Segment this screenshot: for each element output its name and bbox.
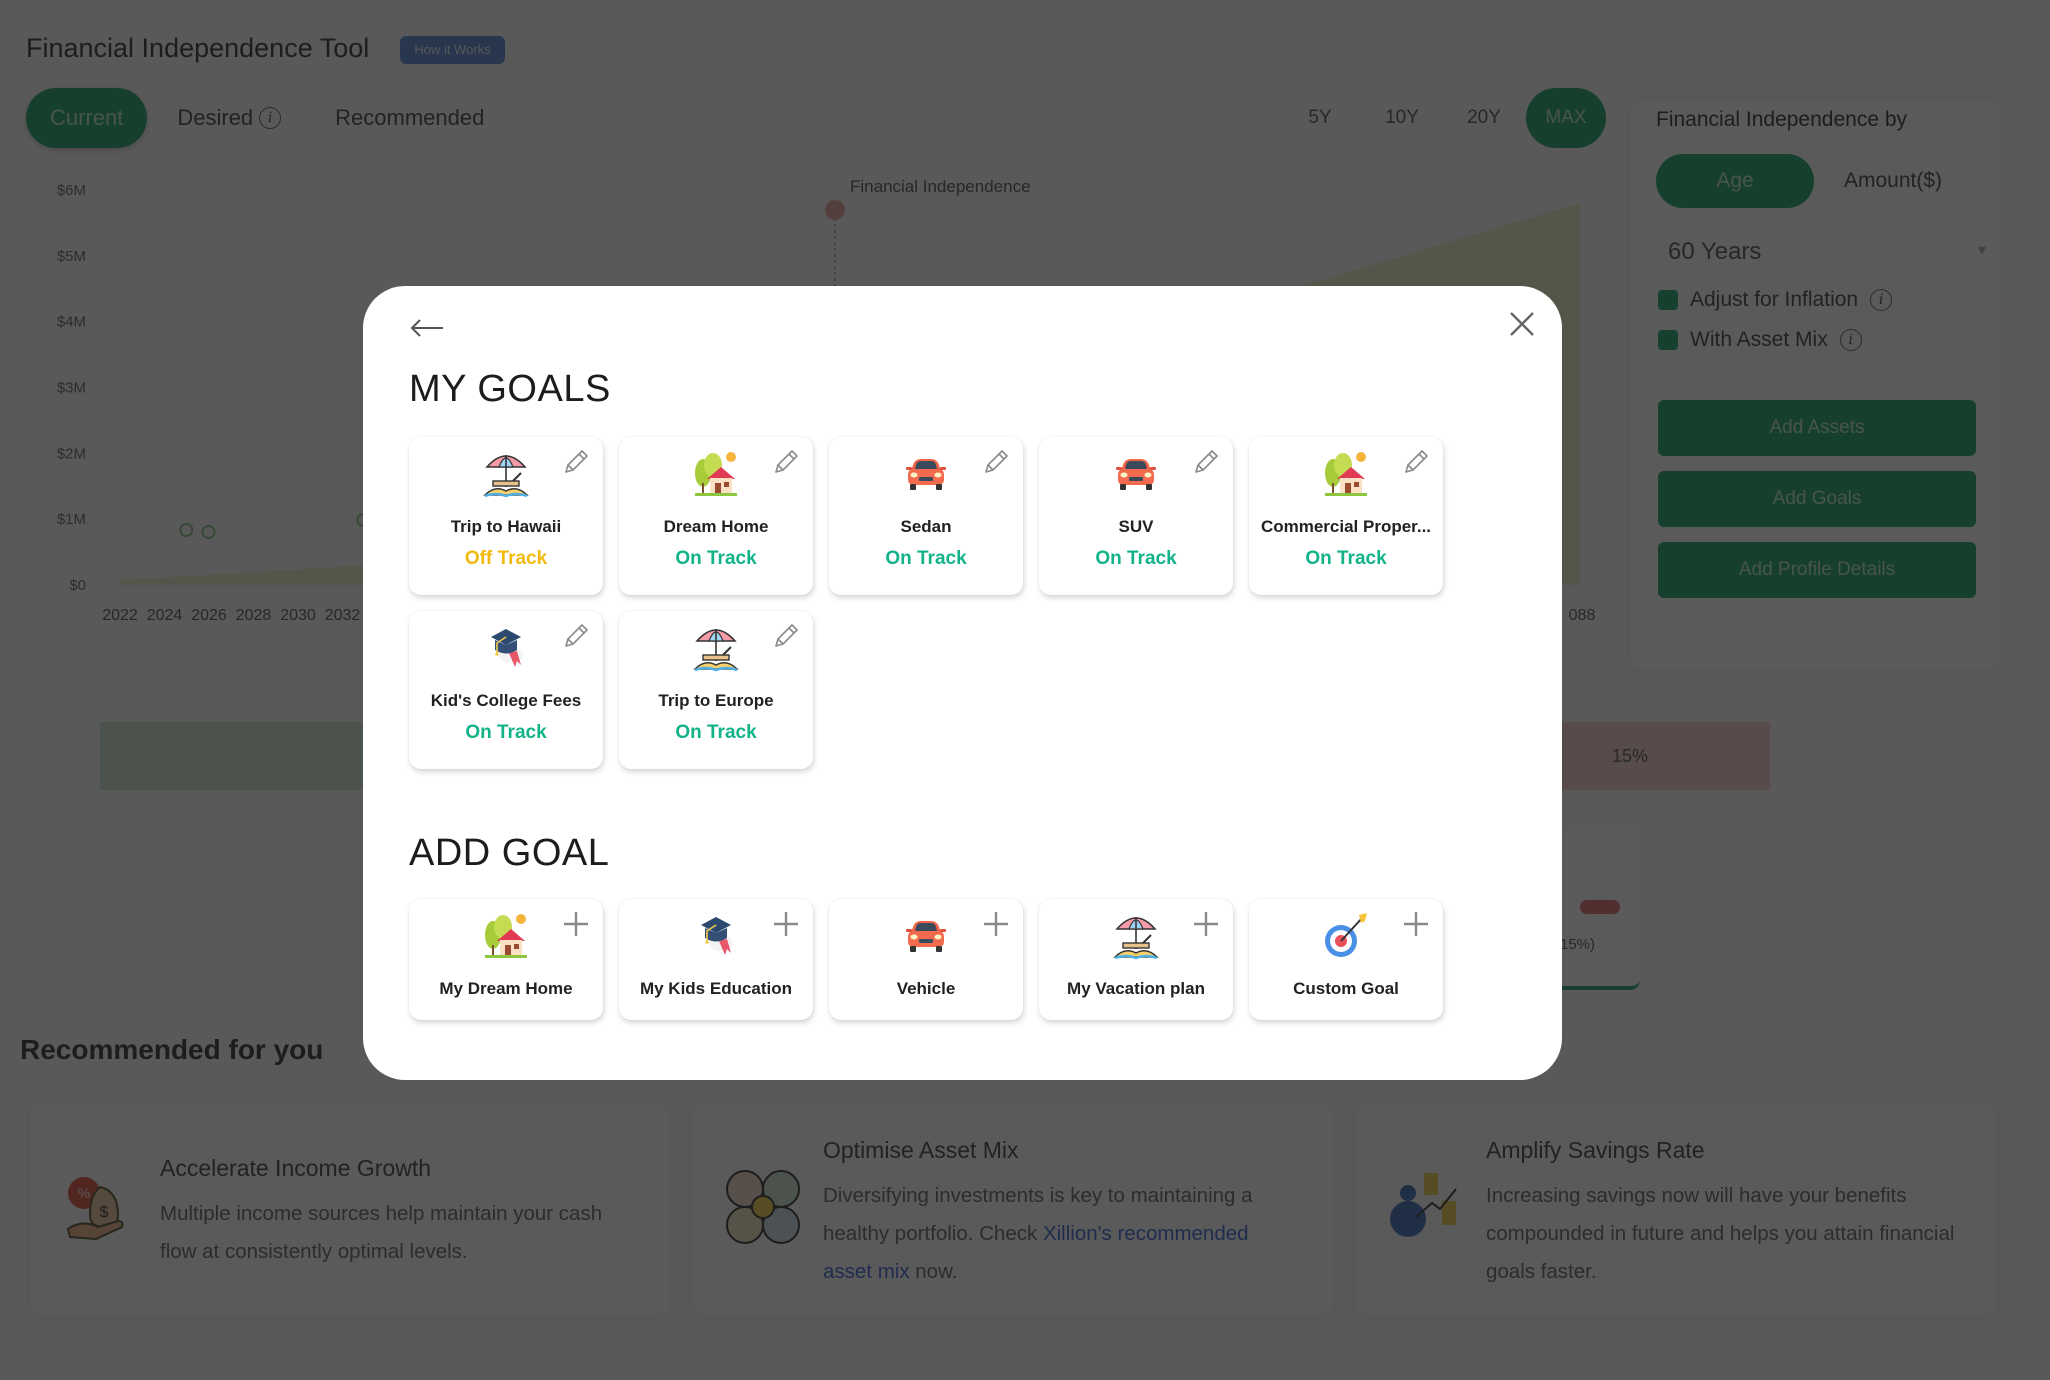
edit-pencil-icon[interactable] bbox=[771, 447, 801, 477]
goal-card[interactable]: Trip to Hawaii Off Track bbox=[409, 437, 603, 595]
goal-name: Dream Home bbox=[663, 517, 769, 536]
graduation-cap-icon bbox=[481, 623, 531, 673]
goal-card[interactable]: Kid's College Fees On Track bbox=[409, 611, 603, 769]
beach-umbrella-icon bbox=[481, 449, 531, 499]
beach-umbrella-icon bbox=[1111, 911, 1161, 961]
goal-card[interactable]: SUV On Track bbox=[1039, 437, 1233, 595]
plus-icon[interactable] bbox=[1401, 909, 1431, 939]
edit-pencil-icon[interactable] bbox=[561, 621, 591, 651]
add-goal-card[interactable]: My Vacation plan bbox=[1039, 899, 1233, 1020]
goal-card[interactable]: Commercial Proper... On Track bbox=[1249, 437, 1443, 595]
goal-status: Off Track bbox=[464, 548, 548, 569]
goals-modal: MY GOALS Trip to Hawaii Off Track Dream … bbox=[363, 286, 1562, 1080]
beach-umbrella-icon bbox=[691, 623, 741, 673]
house-icon bbox=[691, 449, 741, 499]
add-goal-name: My Dream Home bbox=[439, 979, 573, 998]
goal-name: Trip to Hawaii bbox=[450, 517, 562, 536]
add-goal-name: My Vacation plan bbox=[1067, 979, 1205, 998]
plus-icon[interactable] bbox=[981, 909, 1011, 939]
house-icon bbox=[481, 911, 531, 961]
goal-card[interactable]: Trip to Europe On Track bbox=[619, 611, 813, 769]
goal-status: On Track bbox=[1305, 548, 1387, 569]
plus-icon[interactable] bbox=[771, 909, 801, 939]
goal-card[interactable]: Dream Home On Track bbox=[619, 437, 813, 595]
plus-icon[interactable] bbox=[561, 909, 591, 939]
goal-name: Sedan bbox=[900, 517, 952, 536]
goal-name: Trip to Europe bbox=[658, 691, 774, 710]
add-goal-card[interactable]: Vehicle bbox=[829, 899, 1023, 1020]
my-goals-heading: MY GOALS bbox=[409, 368, 611, 410]
add-goal-card[interactable]: My Dream Home bbox=[409, 899, 603, 1020]
graduation-cap-icon bbox=[691, 911, 741, 961]
target-icon bbox=[1321, 911, 1371, 961]
goal-status: On Track bbox=[675, 722, 757, 743]
goal-status: On Track bbox=[885, 548, 967, 569]
edit-pencil-icon[interactable] bbox=[1191, 447, 1221, 477]
edit-pencil-icon[interactable] bbox=[771, 621, 801, 651]
add-goal-name: Custom Goal bbox=[1293, 979, 1399, 998]
edit-pencil-icon[interactable] bbox=[981, 447, 1011, 477]
arrow-left-icon bbox=[410, 319, 443, 337]
plus-icon[interactable] bbox=[1191, 909, 1221, 939]
add-goal-name: My Kids Education bbox=[639, 979, 793, 998]
close-button[interactable] bbox=[1502, 304, 1542, 344]
goal-name: Commercial Proper... bbox=[1260, 517, 1432, 536]
goal-card[interactable]: Sedan On Track bbox=[829, 437, 1023, 595]
goal-status: On Track bbox=[465, 722, 547, 743]
goal-status: On Track bbox=[1095, 548, 1177, 569]
house-icon bbox=[1321, 449, 1371, 499]
close-icon bbox=[1510, 312, 1534, 336]
add-goal-card[interactable]: My Kids Education bbox=[619, 899, 813, 1020]
car-icon bbox=[1111, 449, 1161, 499]
car-icon bbox=[901, 911, 951, 961]
add-goal-name: Vehicle bbox=[896, 979, 956, 998]
back-button[interactable] bbox=[407, 308, 447, 348]
car-icon bbox=[901, 449, 951, 499]
add-goal-heading: ADD GOAL bbox=[409, 832, 610, 874]
add-goal-card[interactable]: Custom Goal bbox=[1249, 899, 1443, 1020]
goal-name: Kid's College Fees bbox=[430, 691, 582, 710]
goal-status: On Track bbox=[675, 548, 757, 569]
edit-pencil-icon[interactable] bbox=[561, 447, 591, 477]
edit-pencil-icon[interactable] bbox=[1401, 447, 1431, 477]
goal-name: SUV bbox=[1118, 517, 1154, 536]
